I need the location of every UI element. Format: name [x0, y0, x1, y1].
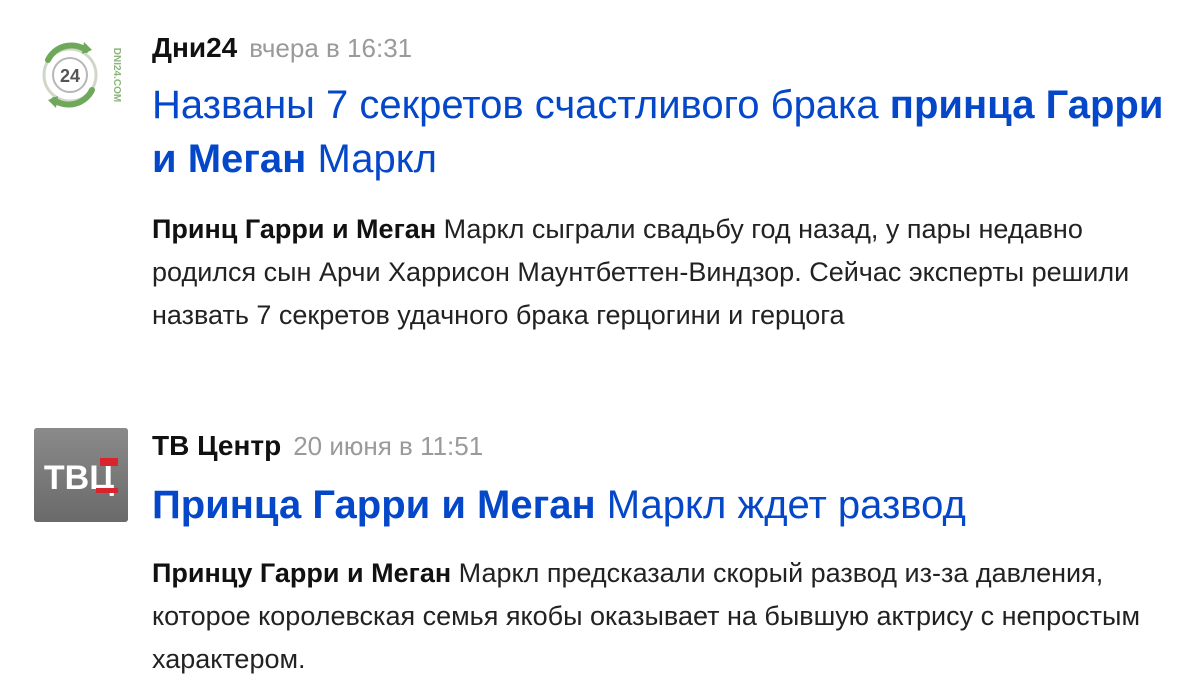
- headline-text-end: Маркл: [306, 137, 438, 181]
- headline-highlight: Принца Гарри и Меган: [152, 483, 596, 527]
- snippet-highlight: Принцу Гарри и Меган: [152, 558, 452, 588]
- publish-time: вчера в 16:31: [249, 33, 413, 63]
- news-content: ТВ Центр 20 июня в 11:51 Принца Гарри и М…: [152, 428, 1182, 681]
- snippet-highlight: Принц Гарри и Меган: [152, 214, 437, 244]
- source-name[interactable]: ТВ Центр: [152, 430, 281, 461]
- dni24-logo-text: 24: [60, 66, 80, 86]
- news-content: Дни24 вчера в 16:31 Названы 7 секретов сч…: [152, 30, 1182, 337]
- news-snippet: Принцу Гарри и Меган Маркл предсказали с…: [152, 552, 1182, 681]
- news-snippet: Принц Гарри и Меган Маркл сыграли свадьб…: [152, 208, 1182, 337]
- news-headline-link[interactable]: Названы 7 секретов счастливого брака при…: [152, 78, 1182, 186]
- headline-text: Названы 7 секретов счастливого брака: [152, 83, 890, 127]
- news-meta: ТВ Центр 20 июня в 11:51: [152, 428, 1182, 464]
- tvc-logo-icon[interactable]: ТВЦ: [34, 428, 128, 522]
- news-meta: Дни24 вчера в 16:31: [152, 30, 1182, 66]
- source-name[interactable]: Дни24: [152, 32, 237, 63]
- dni24-logo-side-text: DNI24.COM: [111, 48, 122, 102]
- dni24-logo-icon[interactable]: 24 DNI24.COM: [34, 28, 128, 122]
- headline-text-end: Маркл ждет развод: [595, 483, 966, 527]
- news-feed: 24 DNI24.COM Дни24 вчера в 16:31 Названы …: [0, 0, 1200, 676]
- news-headline-link[interactable]: Принца Гарри и Меган Маркл ждет развод: [152, 478, 1182, 532]
- publish-time: 20 июня в 11:51: [293, 431, 484, 461]
